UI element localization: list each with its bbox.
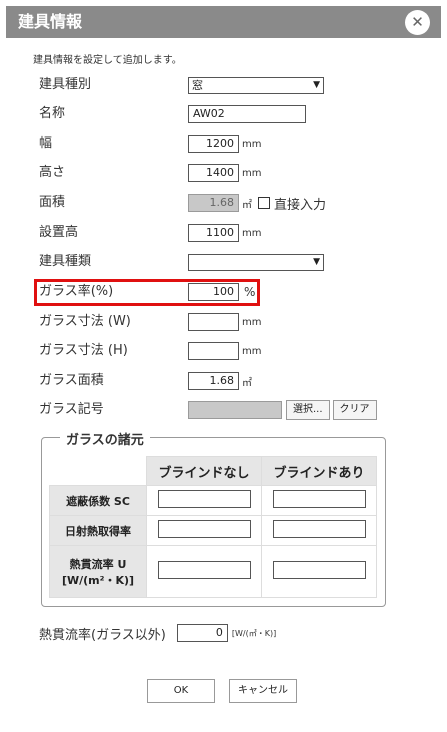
other-u-label: 熱貫流率(ガラス以外) xyxy=(39,627,166,643)
u-blind-none-input[interactable] xyxy=(157,560,251,579)
dialog-subtitle: 建具情報を設定して追加します。 xyxy=(33,55,182,66)
type-select-value: 窓 xyxy=(192,78,203,92)
dialog-title: 建具情報 xyxy=(6,6,441,38)
row-type: 建具種別 窓 ▼ xyxy=(0,74,447,96)
glass-width-unit: mm xyxy=(242,316,262,328)
ok-button[interactable]: OK xyxy=(147,679,215,703)
u-blind-yes-input[interactable] xyxy=(272,560,366,579)
row-u-label: 熱貫流率 U [W/(m²・K)] xyxy=(49,545,147,598)
close-icon: ✕ xyxy=(411,13,424,31)
glass-area-unit: ㎡ xyxy=(242,377,252,389)
install-height-label: 設置高 xyxy=(39,225,79,240)
install-height-unit: mm xyxy=(242,227,262,239)
row-sc-label: 遮蔽係数 SC xyxy=(49,485,147,516)
area-label: 面積 xyxy=(39,195,66,210)
col-blind-yes: ブラインドあり xyxy=(261,456,377,486)
row-u-label-line2: [W/(m²・K)] xyxy=(61,573,135,587)
direct-input-checkbox[interactable] xyxy=(258,197,270,209)
name-input[interactable]: AW02 xyxy=(188,105,306,123)
table-corner xyxy=(49,456,147,486)
glass-area-input[interactable]: 1.68 xyxy=(188,372,239,390)
glass-width-label: ガラス寸法 (W) xyxy=(39,314,131,329)
clear-button[interactable]: クリア xyxy=(332,400,377,420)
glass-code-label: ガラス記号 xyxy=(39,402,104,417)
row-kind: 建具種類 ▼ xyxy=(0,251,447,273)
row-glass-area: ガラス面積 1.68 ㎡ xyxy=(0,370,447,392)
row-width: 幅 1200 mm xyxy=(0,133,447,155)
install-height-input[interactable]: 1100 xyxy=(188,224,239,242)
area-input: 1.68 xyxy=(188,194,239,212)
glass-width-input[interactable] xyxy=(188,313,239,331)
col-blind-none: ブラインドなし xyxy=(146,456,262,486)
direct-input-label[interactable]: 直接入力 xyxy=(274,194,326,213)
type-select[interactable]: 窓 ▼ xyxy=(188,76,324,94)
select-button[interactable]: 選択... xyxy=(286,400,330,420)
glass-code-input xyxy=(188,401,282,419)
name-label: 名称 xyxy=(39,106,66,121)
type-label: 建具種別 xyxy=(39,77,92,92)
row-other-u: 熱貫流率(ガラス以外) 0 [W/(㎡・K)] xyxy=(39,623,276,643)
row-glass-height: ガラス寸法 (H) mm xyxy=(0,340,447,362)
row-solar-label: 日射熱取得率 xyxy=(49,515,147,546)
height-input[interactable]: 1400 xyxy=(188,164,239,182)
cancel-button[interactable]: キャンセル xyxy=(229,679,297,703)
other-u-input[interactable]: 0 xyxy=(176,624,228,642)
highlight-box xyxy=(34,279,260,306)
row-height: 高さ 1400 mm xyxy=(0,162,447,184)
width-input[interactable]: 1200 xyxy=(188,135,239,153)
row-install-height: 設置高 1100 mm xyxy=(0,222,447,244)
other-u-unit: [W/(㎡・K)] xyxy=(231,628,277,638)
kind-label: 建具種類 xyxy=(39,254,92,269)
glass-height-label: ガラス寸法 (H) xyxy=(39,343,128,358)
width-unit: mm xyxy=(242,138,262,150)
row-glass-width: ガラス寸法 (W) mm xyxy=(0,311,447,333)
row-glass-code: ガラス記号 選択... クリア xyxy=(0,399,447,421)
solar-blind-none-input[interactable] xyxy=(157,519,251,538)
width-label: 幅 xyxy=(39,136,53,151)
chevron-down-icon: ▼ xyxy=(313,256,320,267)
sc-blind-none-input[interactable] xyxy=(157,489,251,508)
solar-blind-yes-input[interactable] xyxy=(272,519,366,538)
sc-blind-yes-input[interactable] xyxy=(272,489,366,508)
glass-height-input[interactable] xyxy=(188,342,239,360)
close-button[interactable]: ✕ xyxy=(405,10,430,35)
glass-height-unit: mm xyxy=(242,345,262,357)
height-unit: mm xyxy=(242,167,262,179)
row-area: 面積 1.68 ㎡ 直接入力 xyxy=(0,192,447,214)
kind-select[interactable]: ▼ xyxy=(188,253,324,271)
chevron-down-icon: ▼ xyxy=(313,79,320,90)
height-label: 高さ xyxy=(39,165,66,180)
glass-area-label: ガラス面積 xyxy=(39,373,104,388)
row-u-label-line1: 熱貫流率 U xyxy=(69,557,127,571)
row-name: 名称 AW02 xyxy=(0,103,447,125)
glass-specs-legend: ガラスの諸元 xyxy=(60,429,150,448)
glass-specs-table: ブラインドなし ブラインドあり 遮蔽係数 SC 日射熱取得率 熱貫流率 U [W… xyxy=(49,456,377,598)
area-unit: ㎡ xyxy=(242,199,252,211)
